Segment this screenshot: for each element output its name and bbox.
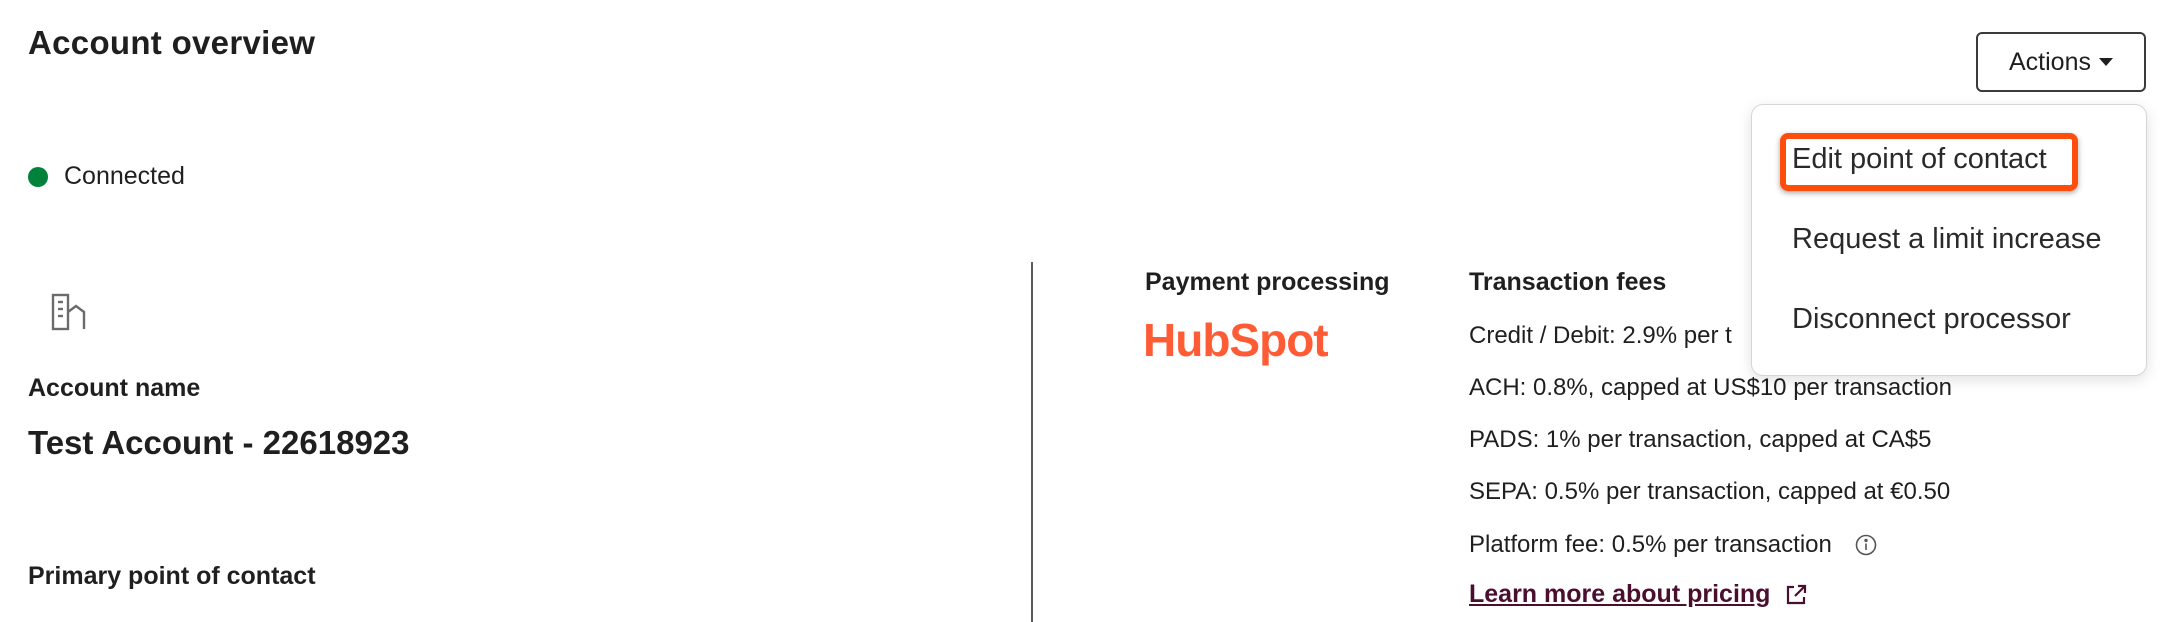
actions-dropdown-menu: Edit point of contact Request a limit in… (1751, 104, 2147, 376)
account-name-label: Account name (28, 374, 201, 402)
info-icon[interactable] (1855, 534, 1877, 556)
actions-button-label: Actions (2009, 47, 2091, 76)
fee-credit-debit: Credit / Debit: 2.9% per t (1469, 322, 1732, 349)
primary-contact-label: Primary point of contact (28, 562, 316, 590)
connection-status: Connected (28, 162, 185, 191)
menu-item-disconnect-processor[interactable]: Disconnect processor (1792, 303, 2071, 336)
transaction-fees-label: Transaction fees (1469, 268, 1667, 296)
fee-pads: PADS: 1% per transaction, capped at CA$5 (1469, 426, 1932, 453)
learn-more-pricing-link[interactable]: Learn more about pricing (1469, 580, 1808, 609)
page-title: Account overview (28, 24, 316, 61)
hubspot-logo: HubSpot (1143, 312, 1329, 368)
fee-sepa: SEPA: 0.5% per transaction, capped at €0… (1469, 478, 1951, 505)
building-icon (51, 293, 86, 331)
fee-ach: ACH: 0.8%, capped at US$10 per transacti… (1469, 374, 1952, 401)
menu-item-request-limit-increase[interactable]: Request a limit increase (1792, 223, 2101, 256)
pricing-link-label: Learn more about pricing (1469, 580, 1771, 608)
section-divider (1031, 262, 1033, 622)
hubspot-logo-text: HubSpot (1143, 314, 1329, 366)
caret-down-icon (2098, 58, 2113, 66)
external-link-icon (1787, 584, 1807, 604)
payment-processing-label: Payment processing (1145, 268, 1390, 296)
account-name: Test Account - 22618923 (28, 424, 410, 461)
fee-platform: Platform fee: 0.5% per transaction (1469, 531, 1877, 559)
actions-button[interactable]: Actions (1976, 32, 2146, 92)
fee-platform-text: Platform fee: 0.5% per transaction (1469, 531, 1832, 558)
status-label: Connected (64, 162, 185, 190)
menu-item-edit-point-of-contact[interactable]: Edit point of contact (1792, 143, 2047, 176)
status-dot-icon (28, 166, 48, 187)
